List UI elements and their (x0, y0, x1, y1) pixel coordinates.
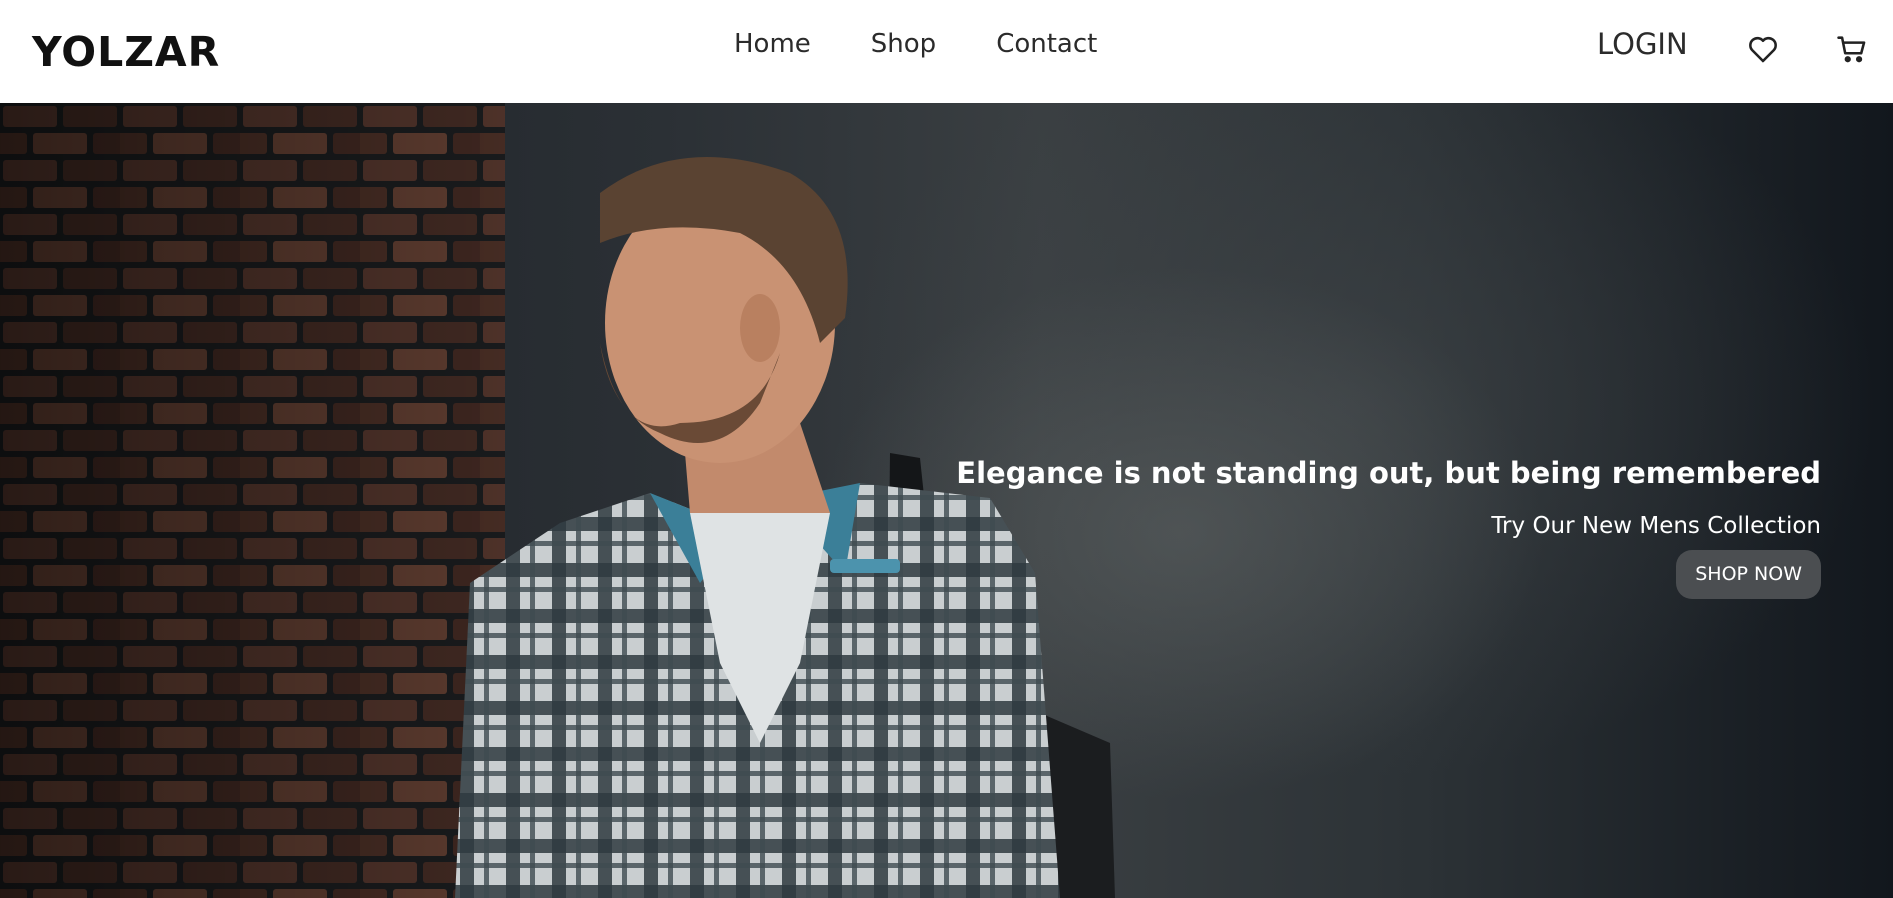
hero-copy: Elegance is not standing out, but being … (956, 453, 1821, 599)
heart-icon[interactable] (1746, 32, 1780, 66)
brand-logo[interactable]: YOLZAR (32, 28, 220, 76)
cart-icon[interactable] (1835, 32, 1869, 66)
nav-contact-link[interactable]: Contact (996, 26, 1097, 62)
hero-subhead: Try Our New Mens Collection (1491, 513, 1821, 539)
hero-banner: Elegance is not standing out, but being … (0, 103, 1893, 898)
hero-headline: Elegance is not standing out, but being … (956, 456, 1821, 490)
site-header: YOLZAR Home Shop Contact LOGIN (0, 0, 1893, 103)
shop-now-button[interactable]: SHOP NOW (1676, 550, 1821, 599)
nav-shop-link[interactable]: Shop (871, 26, 936, 62)
login-link[interactable]: LOGIN (1597, 24, 1688, 64)
main-nav: Home Shop Contact (734, 26, 1097, 62)
nav-home-link[interactable]: Home (734, 26, 811, 62)
